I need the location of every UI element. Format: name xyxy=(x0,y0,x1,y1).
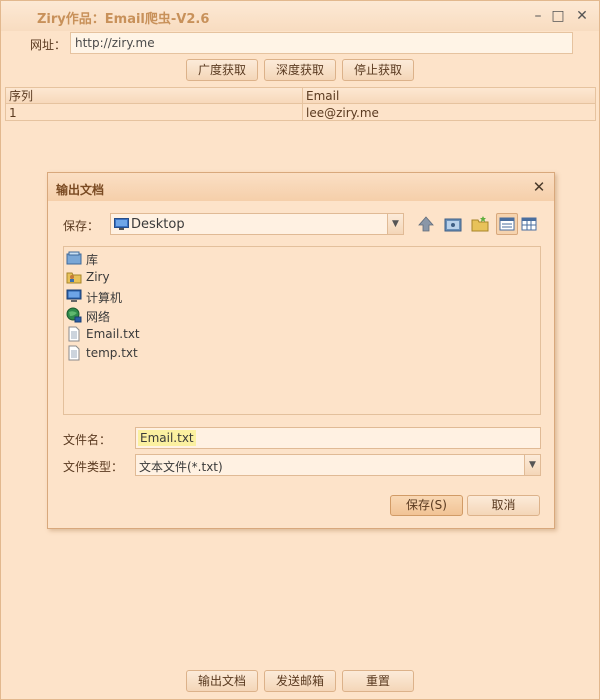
column-divider[interactable] xyxy=(302,88,303,121)
list-view-icon xyxy=(499,217,515,231)
text-file-icon xyxy=(68,326,80,342)
dialog-title-bar[interactable]: 输出文档 ✕ xyxy=(48,173,554,201)
url-input[interactable]: http://ziry.me xyxy=(70,32,573,54)
library-icon xyxy=(66,251,82,265)
window-title: Ziry作品：Email爬虫-V2.6 xyxy=(37,12,210,27)
chevron-down-icon[interactable]: ▼ xyxy=(387,214,403,234)
filetype-label: 文件类型： xyxy=(63,460,124,474)
table-header: 序列 Email xyxy=(6,88,595,104)
save-dialog: 输出文档 ✕ 保存： Desktop ▼ 库 Ziry 计算机 网络 Email… xyxy=(47,172,555,529)
user-folder-icon xyxy=(66,272,82,284)
save-in-dropdown[interactable]: Desktop ▼ xyxy=(110,213,404,235)
dialog-title: 输出文档 xyxy=(56,183,105,197)
stop-fetch-button[interactable]: 停止获取 xyxy=(342,59,414,81)
list-view-button[interactable] xyxy=(496,213,518,235)
computer-icon xyxy=(66,289,82,302)
column-header-index[interactable]: 序列 xyxy=(6,88,33,104)
email-table: 序列 Email 1 lee@ziry.me xyxy=(5,87,596,121)
file-name: Email.txt xyxy=(86,327,140,341)
file-name: 网络 xyxy=(86,310,111,324)
table-row[interactable]: 1 lee@ziry.me xyxy=(6,105,595,121)
app-window: Ziry作品：Email爬虫-V2.6 – □ ✕ 网址： http://zir… xyxy=(0,0,600,700)
export-document-button[interactable]: 输出文档 xyxy=(186,670,258,692)
row-email-cell: lee@ziry.me xyxy=(306,106,379,120)
reset-button[interactable]: 重置 xyxy=(342,670,414,692)
close-icon[interactable]: ✕ xyxy=(573,7,591,25)
save-button[interactable]: 保存(S) xyxy=(390,495,463,516)
maximize-icon[interactable]: □ xyxy=(549,7,567,25)
file-name: temp.txt xyxy=(86,346,138,360)
file-list[interactable]: 库 Ziry 计算机 网络 Email.txt temp.txt xyxy=(63,246,541,415)
new-folder-icon xyxy=(471,216,489,232)
minimize-icon[interactable]: – xyxy=(529,7,547,25)
save-in-label: 保存： xyxy=(63,219,100,233)
save-in-value: Desktop xyxy=(131,217,185,232)
title-bar: Ziry作品：Email爬虫-V2.6 – □ ✕ xyxy=(1,1,599,31)
chevron-down-icon[interactable]: ▼ xyxy=(524,455,540,475)
file-name: 计算机 xyxy=(86,291,123,305)
filetype-value: 文本文件(*.txt) xyxy=(139,460,223,474)
new-folder-button[interactable] xyxy=(469,213,491,235)
filename-label: 文件名： xyxy=(63,433,112,447)
up-folder-button[interactable] xyxy=(415,213,437,235)
filename-value: Email.txt xyxy=(138,430,196,446)
desktop-shortcut-button[interactable] xyxy=(442,213,464,235)
filetype-dropdown[interactable]: 文本文件(*.txt) ▼ xyxy=(135,454,541,476)
desktop-icon xyxy=(114,218,129,230)
cancel-button[interactable]: 取消 xyxy=(467,495,540,516)
deep-fetch-button[interactable]: 深度获取 xyxy=(264,59,336,81)
row-index-cell: 1 xyxy=(9,106,17,120)
network-icon xyxy=(66,307,82,323)
details-view-button[interactable] xyxy=(518,213,540,235)
dialog-close-icon[interactable]: ✕ xyxy=(530,178,548,196)
url-label: 网址： xyxy=(30,38,67,52)
file-name: 库 xyxy=(86,253,99,267)
filename-input[interactable]: Email.txt xyxy=(135,427,541,449)
column-header-email[interactable]: Email xyxy=(303,88,339,104)
broad-fetch-button[interactable]: 广度获取 xyxy=(186,59,258,81)
up-arrow-icon xyxy=(418,216,434,232)
text-file-icon xyxy=(68,345,80,361)
file-name: Ziry xyxy=(86,270,110,284)
details-view-icon xyxy=(521,217,537,231)
folder-home-icon xyxy=(444,218,462,232)
send-email-button[interactable]: 发送邮箱 xyxy=(264,670,336,692)
